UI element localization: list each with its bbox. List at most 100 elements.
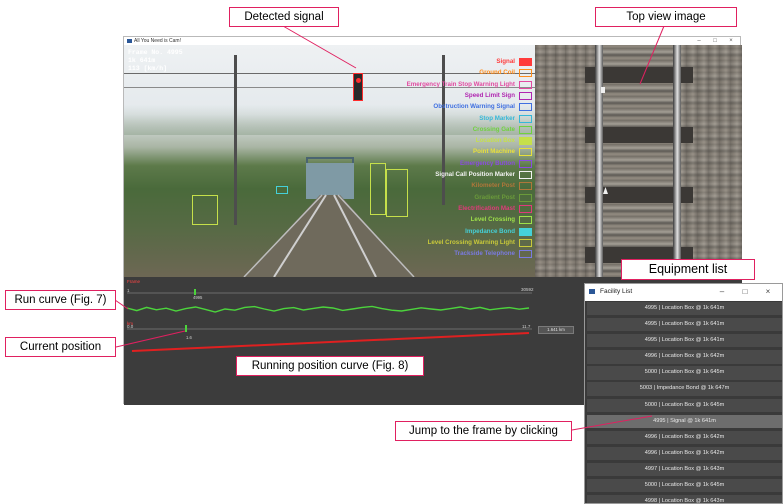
facility-list-item[interactable]: 4996 | Location Box @ 1k 642m	[587, 446, 782, 461]
facility-list-item[interactable]: 5000 | Location Box @ 1k 645m	[587, 398, 782, 412]
legend-label: Ground Coil	[479, 69, 515, 77]
hud-speed: 113 [km/h]	[128, 65, 168, 72]
legend-item: Stop Marker	[370, 114, 535, 124]
legend-swatch	[519, 227, 532, 236]
minimize-button[interactable]: –	[692, 37, 706, 45]
running-position-end-label: 11.7	[522, 324, 531, 329]
run-curve-start-label: 1	[127, 288, 130, 293]
legend-item: Signal Call Position Marker	[370, 170, 535, 180]
current-position-marker[interactable]	[185, 325, 187, 332]
km-display: 1.641 km	[538, 326, 574, 334]
legend-swatch	[519, 171, 532, 179]
legend-label: Signal Call Position Marker	[435, 171, 515, 178]
legend-item: Level Crossing Warning Light	[370, 238, 535, 248]
legend-swatch	[519, 103, 532, 112]
legend-label: Gradient Post	[474, 193, 515, 201]
legend-label: Emergency Button	[459, 159, 515, 167]
legend-swatch	[519, 125, 532, 134]
detection-box-location-box	[192, 195, 218, 225]
callout-run-curve: Run curve (Fig. 7)	[5, 290, 116, 310]
facility-list: 4995 | Location Box @ 1k 641m 4995 | Loca…	[587, 302, 782, 503]
facility-list-item[interactable]: 4995 | Location Box @ 1k 641m	[587, 334, 782, 348]
legend-item: Impedance Bond	[370, 227, 535, 237]
signal-lamp	[356, 78, 361, 83]
legend-swatch	[519, 80, 532, 89]
legend-label: Kilometer Post	[471, 182, 515, 190]
close-button[interactable]: ×	[758, 284, 778, 300]
legend-label: Point Machine	[473, 148, 515, 156]
legend-label: Impedance Bond	[465, 227, 515, 235]
facility-list-item[interactable]: 4996 | Location Box @ 1k 642m	[587, 350, 782, 364]
hud-frame-number: Frame No. 4995	[128, 49, 183, 56]
legend-label: Level Crossing Warning Light	[427, 238, 515, 246]
legend-swatch	[519, 137, 532, 146]
legend-swatch	[519, 250, 532, 259]
legend-item: Trackside Telephone	[370, 249, 535, 259]
facility-list-item[interactable]: 5003 | Impedance Bond @ 1k 647m	[587, 382, 782, 396]
facility-list-title: Facility List	[600, 288, 633, 295]
run-curve-end-label: 30592	[521, 287, 534, 292]
top-view-image	[535, 45, 742, 277]
legend-swatch	[519, 238, 532, 247]
facility-list-item[interactable]: 4995 | Location Box @ 1k 641m	[587, 302, 782, 316]
running-position-start-label: 0.0	[127, 324, 134, 329]
facility-list-item-selected[interactable]: 4995 | Signal @ 1k 641m	[587, 414, 782, 428]
track-marker	[601, 87, 605, 93]
run-curve-current-label: 4995	[193, 295, 203, 300]
legend-swatch	[519, 216, 532, 225]
legend-swatch	[519, 204, 532, 213]
legend-label: Speed Limit Sign	[464, 91, 515, 99]
legend-swatch	[519, 148, 532, 157]
legend-label: Signal	[496, 58, 515, 65]
legend-item: Location Box	[370, 136, 535, 146]
legend-label: Stop Marker	[479, 114, 515, 122]
detected-signal-box	[353, 73, 363, 101]
camera-view[interactable]: Frame No. 4995 1k 641m 113 [km/h] Signal…	[124, 45, 535, 277]
legend-label: Electrification Mast	[458, 204, 515, 212]
legend-swatch	[519, 69, 532, 78]
callout-detected-signal: Detected signal	[229, 7, 339, 27]
callout-top-view-image: Top view image	[595, 7, 737, 27]
legend-swatch	[519, 182, 532, 191]
callout-running-position-curve: Running position curve (Fig. 8)	[236, 356, 424, 376]
facility-list-titlebar: Facility List – □ ×	[585, 284, 782, 301]
legend-label: Trackside Telephone	[454, 250, 515, 258]
callout-equipment-list: Equipment list	[621, 259, 755, 280]
legend-item: Speed Limit Sign	[370, 91, 535, 101]
rail	[595, 45, 603, 277]
run-curve-header: Frame	[127, 279, 141, 284]
legend-label: Obstruction Warning Signal	[433, 103, 515, 111]
running-position-current-label: 1.6	[186, 335, 192, 340]
legend-label: Emergency Train Stop Warning Light	[406, 80, 515, 88]
facility-list-icon	[589, 289, 595, 294]
minimize-button[interactable]: –	[712, 284, 732, 300]
maximize-button[interactable]: □	[735, 284, 755, 300]
callout-jump-to-frame: Jump to the frame by clicking	[395, 421, 572, 441]
legend-label: Level Crossing	[470, 216, 515, 224]
legend-swatch	[519, 91, 532, 100]
legend-swatch	[519, 114, 532, 123]
facility-list-item[interactable]: 5000 | Location Box @ 1k 645m	[587, 366, 782, 380]
close-button[interactable]: ×	[724, 37, 738, 45]
facility-list-item[interactable]: 4996 | Location Box @ 1k 642m	[587, 430, 782, 445]
app-title: All You Need is Cam!	[134, 38, 181, 44]
detection-box-impedance-bond	[276, 186, 288, 194]
facility-list-item[interactable]: 4997 | Location Box @ 1k 643m	[587, 462, 782, 477]
callout-current-position: Current position	[5, 337, 116, 357]
legend-item: Signal	[370, 57, 535, 67]
legend-label: Location Box	[475, 137, 515, 145]
hud-position: 1k 641m	[128, 57, 156, 64]
maximize-button[interactable]: □	[708, 37, 722, 45]
legend-item: Crossing Gate	[370, 125, 535, 135]
legend-item: Electrification Mast	[370, 204, 535, 214]
class-legend: Signal Ground Coil Emergency Train Stop Wa…	[370, 53, 535, 277]
app-titlebar: All You Need is Cam! – □ ×	[124, 37, 740, 45]
facility-list-window: Facility List – □ × 4995 | Location Box …	[584, 283, 783, 504]
facility-list-item[interactable]: 4995 | Location Box @ 1k 641m	[587, 318, 782, 332]
legend-item: Obstruction Warning Signal	[370, 102, 535, 112]
rail	[673, 45, 681, 277]
legend-item: Gradient Post	[370, 193, 535, 203]
legend-swatch	[519, 193, 532, 202]
facility-list-item[interactable]: 5000 | Location Box @ 1k 645m	[587, 479, 782, 493]
facility-list-item[interactable]: 4998 | Location Box @ 1k 643m	[587, 495, 782, 503]
